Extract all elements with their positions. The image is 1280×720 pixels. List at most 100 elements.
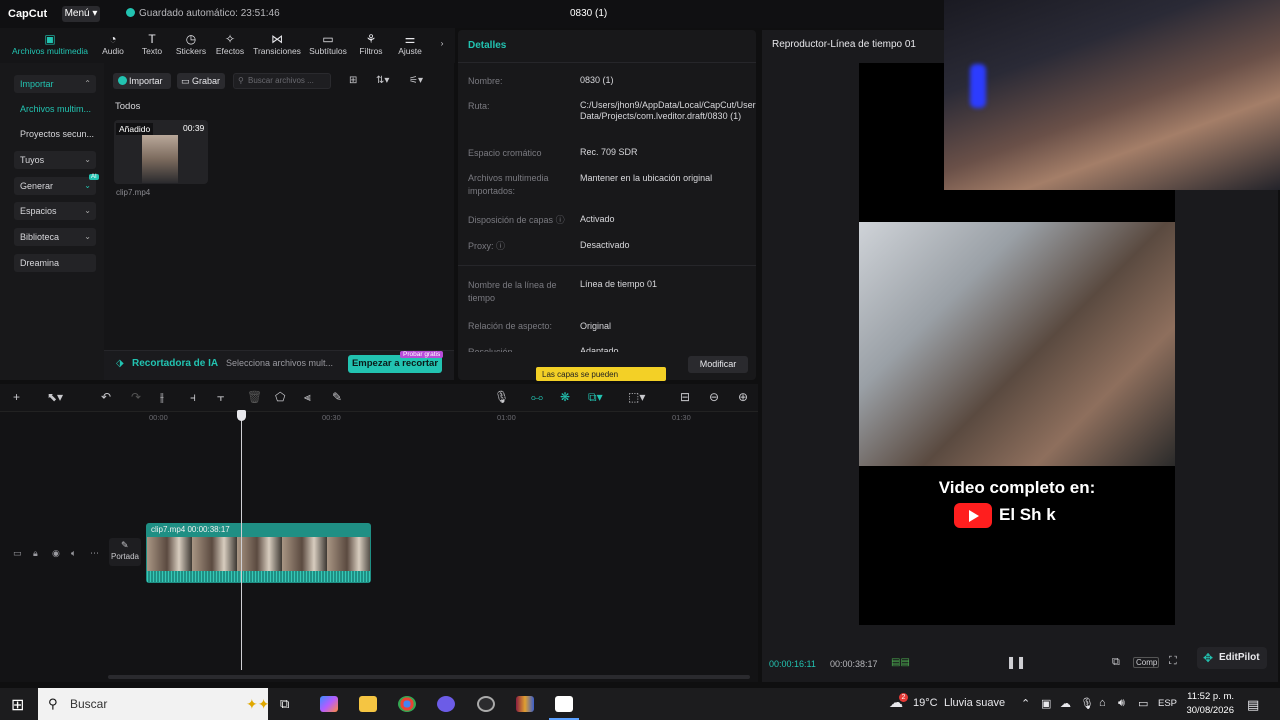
effects-icon: ✧ [224, 32, 236, 46]
adjust-icon: ⚌ [404, 32, 416, 46]
nav-dreamina[interactable]: Dreamina [14, 254, 96, 272]
compare-button[interactable]: Comp [1133, 657, 1159, 668]
taskbar-clock[interactable]: 11:52 p. m. 30/08/2026 [1184, 690, 1234, 718]
speaker-icon[interactable]: 🔊︎ [1118, 697, 1125, 710]
add-track-icon[interactable]: + [13, 390, 20, 404]
delete-icon[interactable]: 🗑︎ [247, 390, 262, 404]
audio-icon: ◔ [109, 32, 117, 46]
section-all: Todos [115, 101, 141, 112]
nav-import[interactable]: Importar ⌃ [14, 75, 96, 93]
nav-secondary-projects[interactable]: Proyectos secun... [14, 125, 96, 143]
detail-label-name: Nombre: [468, 76, 503, 86]
playhead[interactable] [241, 412, 242, 670]
task-view-icon[interactable]: ⧉ [280, 696, 298, 712]
aspect-icon[interactable]: ⬚▾ [628, 390, 645, 404]
tab-subtitles[interactable]: ▭ Subtítulos [306, 32, 350, 56]
volume-icon[interactable]: 🔈︎ [71, 548, 76, 559]
nav-generate[interactable]: Generar ⌄ [14, 177, 96, 195]
marker-icon[interactable]: ⬠ [275, 390, 285, 404]
playhead-handle[interactable] [237, 410, 246, 421]
magnet-icon[interactable]: ❋ [560, 390, 570, 404]
more-icon[interactable]: ⋯ [90, 548, 99, 559]
file-explorer-icon[interactable] [359, 696, 377, 712]
show-hidden-icons[interactable]: ⌃ [1021, 697, 1030, 710]
menu-button[interactable]: Menú ▾ [62, 6, 100, 22]
tab-transitions[interactable]: ⋈ Transiciones [250, 32, 304, 56]
zoom-out-icon[interactable]: ⊖ [709, 390, 719, 404]
detail-value-aspect: Original [580, 321, 612, 331]
autosave-check-icon [126, 8, 135, 17]
cover-button[interactable]: ✎ Portada [109, 538, 141, 566]
nav-spaces[interactable]: Espacios ⌄ [14, 202, 96, 220]
pause-icon[interactable]: ❚❚ [1006, 655, 1026, 669]
rgb-light [970, 64, 986, 108]
plus-circle-icon [118, 76, 127, 85]
info-icon[interactable]: ⓘ [496, 241, 505, 251]
view-grid-icon[interactable]: ⊞ [349, 75, 357, 86]
nav-media-files[interactable]: Archivos multim... [14, 100, 96, 118]
tab-media[interactable]: ▣ Archivos multimedia [8, 32, 92, 56]
copilot-icon[interactable] [320, 696, 338, 712]
link-clips-icon[interactable]: ⧟ [531, 390, 543, 405]
import-label: Importar [129, 76, 163, 86]
tab-effects[interactable]: ✧ Efectos [209, 32, 251, 56]
windows-start-icon[interactable]: ⊞ [11, 695, 24, 715]
discord-icon[interactable] [437, 696, 455, 712]
lock-icon[interactable]: 🔒︎ [33, 548, 38, 559]
record-button[interactable]: ▭ Grabar [177, 73, 225, 89]
undo-icon[interactable]: ↶ [101, 390, 111, 404]
notifications-icon[interactable]: ▤ [1247, 697, 1259, 713]
winrar-icon[interactable] [516, 696, 534, 712]
auto-edit-icon[interactable]: ✎ [332, 390, 342, 404]
onedrive-icon[interactable]: ☁ [1060, 697, 1071, 710]
tab-text[interactable]: T Texto [131, 32, 173, 56]
trim-left-icon[interactable]: ⫞ [190, 390, 196, 405]
modify-button[interactable]: Modificar [688, 356, 748, 373]
layers-tooltip: Las capas se pueden [536, 367, 666, 381]
split-icon[interactable]: ⫲ [160, 390, 164, 405]
detail-label-layers: Disposición de capas ⓘ [468, 214, 568, 227]
nav-library[interactable]: Biblioteca ⌄ [14, 228, 96, 246]
trim-right-icon[interactable]: ⫟ [217, 390, 224, 405]
zoom-in-icon[interactable]: ⊕ [738, 390, 748, 404]
redo-icon[interactable]: ↷ [131, 390, 141, 404]
tabs-scroll-right-icon[interactable]: › [432, 38, 452, 48]
taskbar-search-input[interactable]: ⚲ Buscar ✦✦ [38, 688, 269, 720]
tab-stickers[interactable]: ◷ Stickers [170, 32, 212, 56]
tray-app-icon[interactable]: ▣ [1041, 697, 1051, 710]
filter-icon[interactable]: ⚟▾ [409, 75, 423, 86]
chrome-icon[interactable] [398, 696, 416, 712]
eye-icon[interactable]: ◉ [52, 548, 60, 559]
timeline-scrollbar[interactable] [108, 675, 750, 679]
tab-filters[interactable]: ⚘ Filtros [350, 32, 392, 56]
network-icon[interactable]: ⌂ [1099, 697, 1106, 709]
info-icon[interactable]: ⓘ [556, 215, 565, 225]
nav-spaces-label: Espacios [20, 206, 57, 216]
tab-audio[interactable]: ◔ Audio [92, 32, 134, 56]
detail-value-resolution: Adaptado [580, 346, 619, 352]
sort-icon[interactable]: ⇅▾ [376, 75, 389, 86]
preview-axis-icon[interactable]: ⧉▾ [588, 390, 603, 405]
track-video-icon[interactable]: ▭ [13, 548, 22, 559]
tab-adjust[interactable]: ⚌ Ajuste [389, 32, 431, 56]
added-badge: Añadido [116, 123, 154, 135]
capcut-taskbar-icon[interactable] [555, 696, 573, 712]
fullscreen-icon[interactable]: ⛶ [1169, 655, 1177, 668]
import-button[interactable]: Importar [113, 73, 171, 89]
media-panel [104, 63, 454, 380]
freeze-icon[interactable]: ⫷ [304, 390, 311, 405]
crop-icon[interactable]: ⧉ [1112, 656, 1120, 669]
language-indicator[interactable]: ESP [1158, 698, 1177, 709]
nav-yours[interactable]: Tuyos ⌄ [14, 151, 96, 169]
chevron-down-icon: ⌄ [84, 155, 91, 164]
media-search-input[interactable]: ⚲ Buscar archivos ... [233, 73, 331, 89]
obs-icon[interactable] [477, 696, 495, 712]
audio-meter-icon: ▤▤ [891, 657, 910, 668]
select-tool-icon[interactable]: ⬉▾ [47, 390, 63, 404]
microphone-icon[interactable]: 🎙︎ [494, 390, 509, 404]
fit-timeline-icon[interactable]: ⊟ [680, 390, 690, 404]
microphone-icon[interactable]: 🎙︎ [1080, 697, 1094, 710]
editpilot-button[interactable]: ✥ EditPilot [1197, 647, 1267, 669]
battery-icon[interactable]: ▭ [1138, 697, 1148, 710]
tab-text-label: Texto [141, 46, 163, 56]
